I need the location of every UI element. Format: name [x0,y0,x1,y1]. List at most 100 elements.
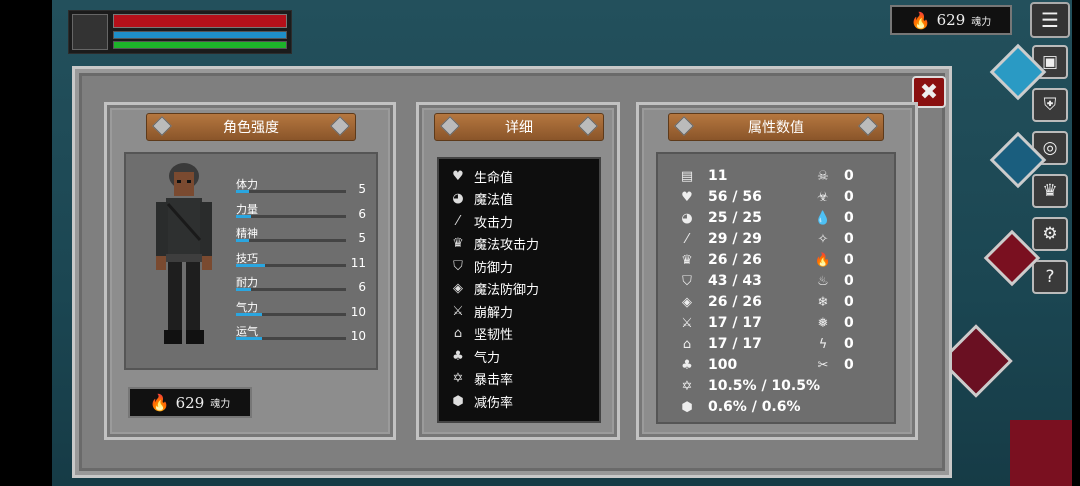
stat-bar-fill [236,263,265,267]
emblem-icon: ◎ [1042,138,1058,158]
resistance-value: 0 [844,168,854,184]
attribute-value: 29 / 29 [708,231,762,247]
stat-row: 技巧 11 [236,250,370,274]
health-bar [113,14,287,28]
details-title: 详细 [505,120,533,136]
lightning-icon: ϟ [818,336,828,352]
resistance-row: ✂ 0 [814,355,854,375]
armor-button[interactable]: ⛨ [1032,88,1068,122]
detail-row: ⌂ 坚韧性 [450,324,513,344]
character-plank: 角色强度 [146,113,356,141]
detail-row: ✡ 暴击率 [450,369,513,389]
soul-counter-bottom: 🔥 629 魂力 [128,387,252,418]
character-figure [156,163,212,344]
star-icon: ✡ [681,378,693,394]
attribute-value: 100 [708,357,738,373]
stat-row: 精神 5 [236,225,370,249]
crown-magic-icon: ♛ [452,236,464,251]
armor-icon: ⛨ [1043,95,1057,115]
detail-label: 坚韧性 [474,328,514,343]
attribute-value: 0.6% / 0.6% [708,399,801,415]
resistance-value: 0 [844,210,854,226]
soul-amount: 629 [936,11,966,29]
stat-value: 5 [358,231,366,245]
attribute-value: 17 / 17 [708,336,762,352]
stat-bar-fill [236,239,250,242]
attribute-row: ◈ 26 / 26 [678,292,762,312]
resistance-row: ✧ 0 [814,229,854,249]
help-button[interactable]: ? [1032,260,1068,294]
detail-row: ⚔ 崩解力 [450,301,513,321]
stat-row: 气力 10 [236,299,370,323]
soul-counter-top: 🔥 629 魂力 [890,5,1012,35]
resistance-value: 0 [844,231,854,247]
shield-icon: ⛉ [682,273,692,289]
detail-label: 魔法值 [474,193,514,208]
bolt-icon [152,116,172,136]
resistance-value: 0 [844,294,854,310]
inventory-icon: ▣ [1041,52,1059,72]
detail-label: 魔法攻击力 [474,238,540,253]
expand-corner-icon[interactable] [1010,420,1072,486]
sword-icon: ⁄ [685,231,689,247]
shield-icon: ⛉ [453,258,463,274]
stat-value: 11 [350,255,366,270]
helmet-icon: ⌂ [682,336,692,352]
stat-bar [236,312,346,316]
stat-bar [236,214,346,218]
detail-row: ⁄ 攻击力 [450,211,513,231]
poison-icon: ☣ [817,189,829,205]
soul-amount-bottom: 629 [175,393,205,412]
detail-label: 减伤率 [474,395,514,411]
stat-value: 6 [358,206,366,221]
stat-bar-fill [236,337,263,340]
detail-label: 生命值 [474,170,514,186]
attribute-value: 56 / 56 [708,189,762,205]
stat-bar [236,263,346,267]
lungs-icon: ♣ [681,357,693,373]
resistance-value: 0 [844,252,854,268]
help-icon: ? [1045,267,1055,287]
soul-unit-bottom: 魂力 [210,399,231,410]
stat-row: 运气 10 [236,323,370,347]
bolt-icon [440,116,460,136]
soul-unit: 魂力 [971,16,992,28]
stat-bar [236,239,346,242]
attribute-row: ♛ 26 / 26 [678,250,762,270]
settings-button[interactable]: ⚙ [1032,217,1068,251]
attribute-value: 26 / 26 [708,252,762,268]
resistance-row: ☣ 0 [814,187,854,207]
attributes-plank: 属性数值 [668,113,884,141]
resistance-row: ♨ 0 [814,271,854,291]
attribute-row: ⌂ 17 / 17 [678,334,762,354]
resistance-value: 0 [844,357,854,373]
menu-icon: ☰ [1041,8,1059,32]
detail-row: ♥ 生命值 [450,166,513,186]
attribute-row: ✡ 10.5% / 10.5% [678,376,820,396]
stat-bar-fill [236,190,250,193]
detail-label: 暴击率 [474,373,514,388]
resistance-row: ☠ 0 [814,166,854,186]
attributes-title: 属性数值 [748,120,804,136]
magic-shield-icon: ◈ [453,281,463,296]
burn-icon: ♨ [817,273,829,289]
detail-row: ♣ 气力 [450,346,500,366]
detail-label: 气力 [474,350,501,366]
attribute-row: ▤ 11 [678,166,728,186]
crown-button[interactable]: ♛ [1032,174,1068,208]
stat-row: 耐力 6 [236,274,370,298]
resistance-row: 💧 0 [814,208,854,228]
bleed-icon: ✧ [817,231,829,247]
stat-value: 10 [350,304,366,319]
mana-bar [113,31,287,39]
damage-shield-icon: ⬢ [452,393,464,409]
bolt-icon [330,116,350,136]
menu-button[interactable]: ☰ [1030,2,1070,38]
attribute-row: ⁄ 29 / 29 [678,229,762,249]
head-icon: ◕ [452,191,464,206]
stat-bar-fill [236,288,252,291]
stamina-bar [113,41,287,49]
attribute-value: 11 [708,168,728,184]
player-hud [68,10,292,54]
helmet-icon: ⌂ [453,326,463,341]
